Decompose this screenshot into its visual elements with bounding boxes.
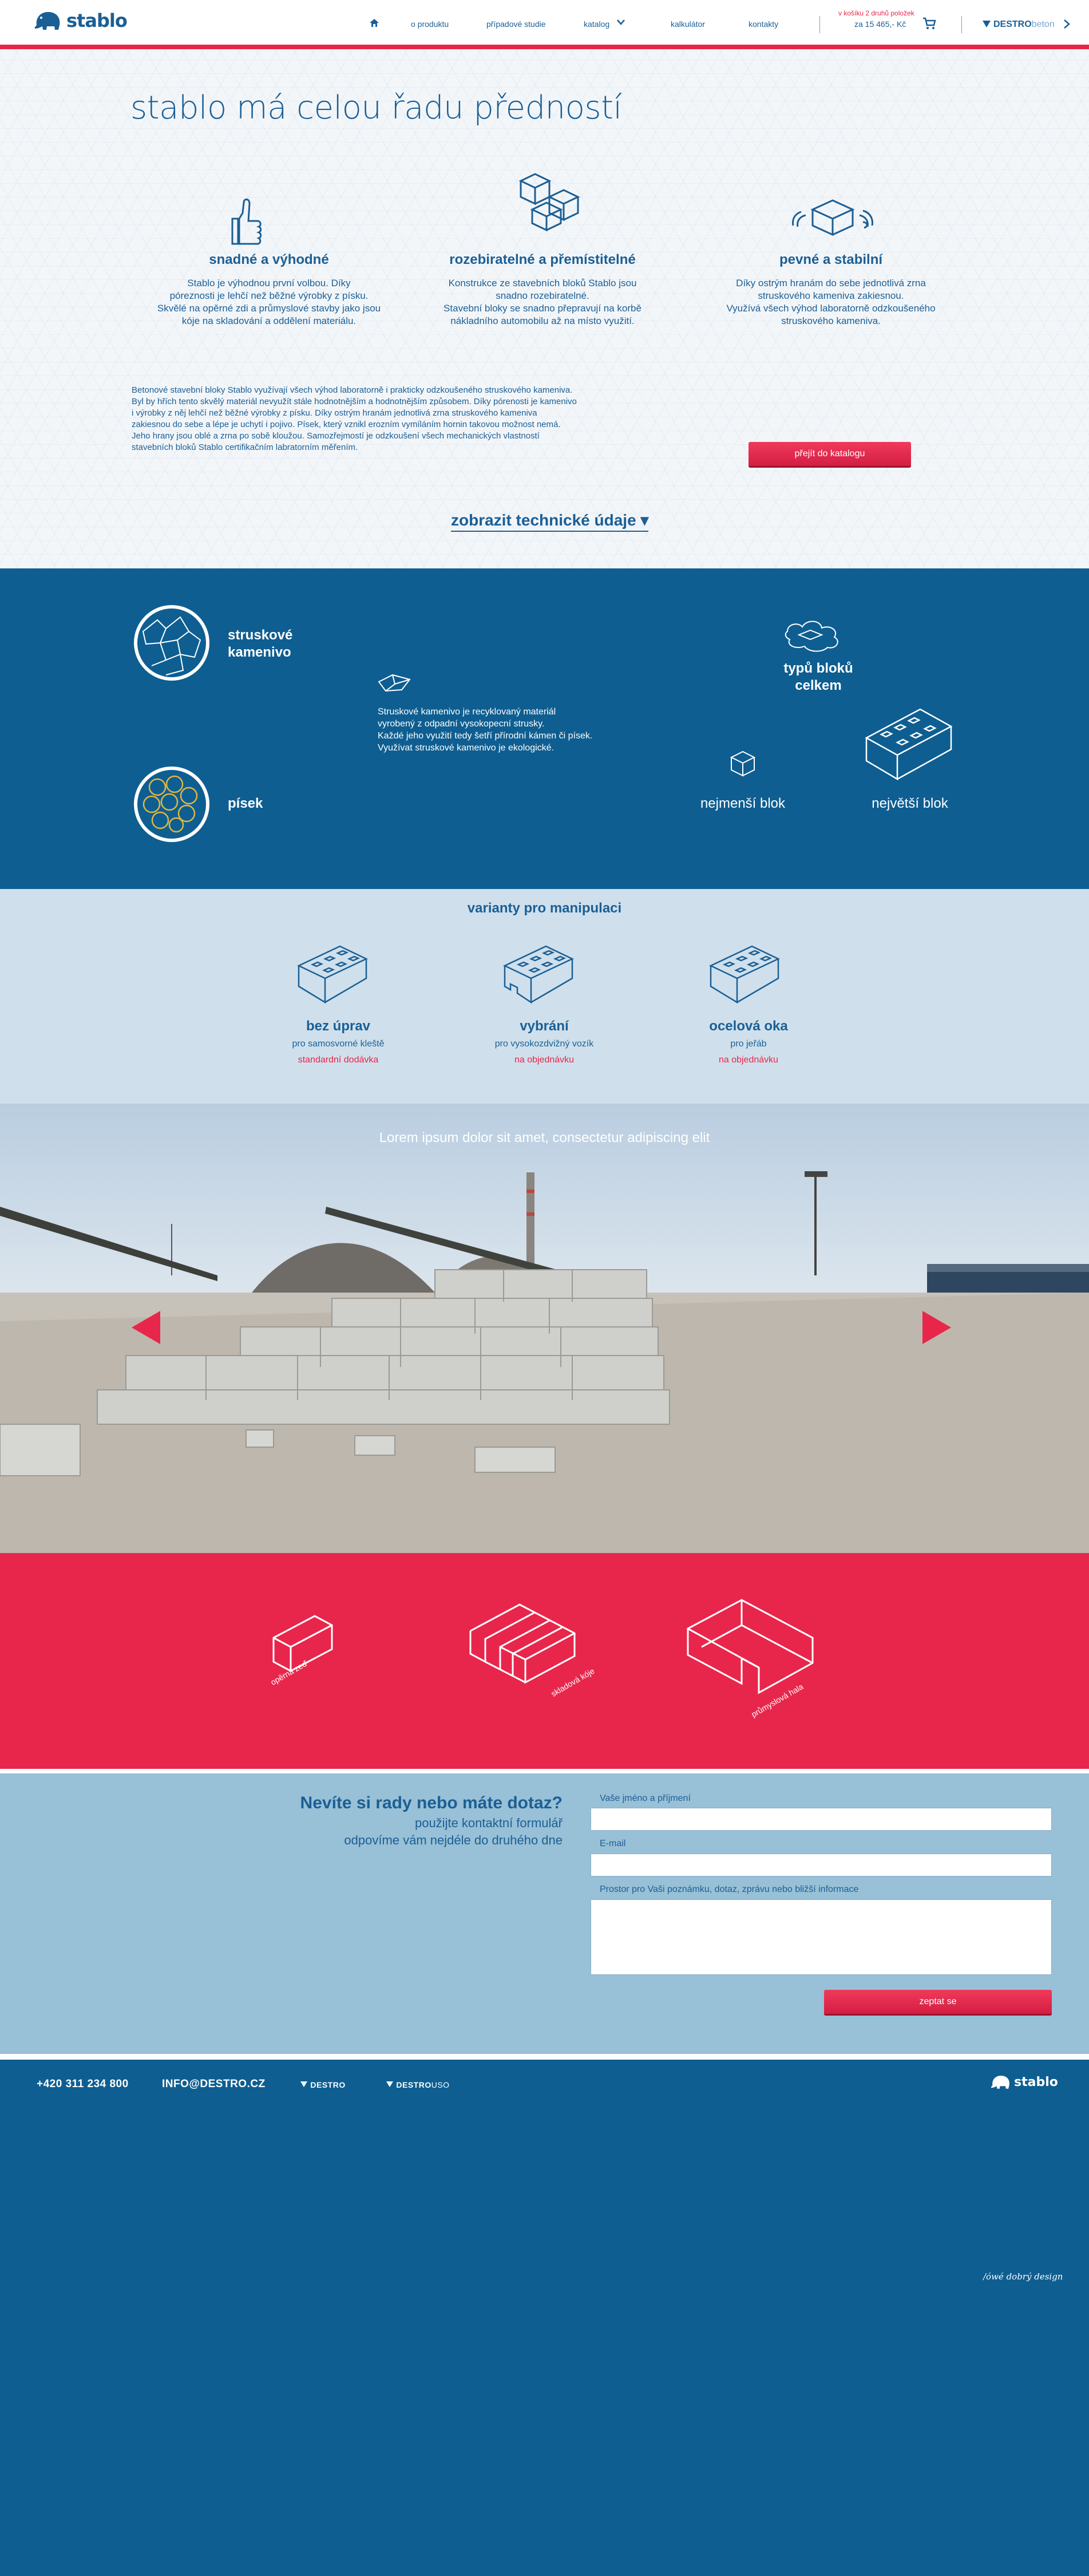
footer-email[interactable]: INFO@DESTRO.CZ [162, 2078, 266, 2091]
feature-text: Konstrukce ze stavebních bloků Stablo js… [443, 278, 641, 326]
email-label: E-mail [600, 1839, 626, 1848]
chevron-down-icon[interactable] [617, 19, 625, 25]
slag-description: Struskové kamenivo je recyklovaný materi… [378, 707, 593, 753]
arrow-left-icon[interactable] [130, 1310, 161, 1345]
contact-subtitle: použijte kontaktní formulář odpovíme vám… [344, 1816, 563, 1847]
site-footer: +420 311 234 800 INFO@DESTRO.CZ DESTRO D… [0, 2060, 1089, 2576]
small-block-icon [730, 750, 756, 777]
block-recess-icon [503, 945, 574, 1004]
footer-stablo-logo[interactable]: stablo [990, 2073, 1058, 2091]
destro-logo-icon [386, 2081, 393, 2087]
recycle-stone-icon [378, 674, 411, 692]
variant-name: bez úprav [306, 1018, 371, 1034]
feature-text: Stablo je výhodnou první volbou. Díky pó… [157, 278, 381, 326]
variant-availability: na objednávku [514, 1055, 575, 1065]
footer-divider [0, 2054, 1089, 2060]
cart-icon[interactable] [922, 17, 936, 30]
elephant-icon [34, 11, 60, 30]
submit-button[interactable]: zeptat se [824, 1990, 1052, 2014]
name-label: Vaše jméno a příjmení [600, 1793, 691, 1803]
materials-section: struskové kamenivo písek Struskové kamen… [0, 568, 1089, 889]
variants-title: varianty pro manipulaci [467, 900, 622, 916]
slag-aggregate-label: struskové kamenivo [228, 627, 293, 660]
destro-logo-icon [300, 2081, 307, 2087]
arrow-right-icon[interactable] [921, 1310, 952, 1345]
variant-name: vybrání [520, 1018, 569, 1034]
name-field[interactable] [591, 1808, 1052, 1831]
advantages-section: stablo má celou řadu předností snadné a … [0, 49, 1089, 568]
largest-block-label: největší blok [872, 796, 948, 811]
divider [961, 16, 962, 33]
photo-gallery: Lorem ipsum dolor sit amet, consectetur … [0, 1104, 1089, 1553]
cart-price[interactable]: za 15 465,- Kč [854, 19, 906, 29]
variant-description: pro jeřáb [730, 1039, 767, 1049]
nav-pripadove-studie[interactable]: případové studie [486, 19, 546, 29]
about-paragraph: Betonové stavební bloky Stablo využívají… [132, 385, 577, 452]
gallery-caption: Lorem ipsum dolor sit amet, consectetur … [379, 1130, 710, 1145]
sand-icon [134, 767, 209, 842]
smallest-block-label: nejmenší blok [700, 796, 786, 811]
header-accent-bar [0, 45, 1089, 49]
feature-title: pevné a stabilní [779, 252, 883, 267]
destro-uso-link[interactable]: DESTROUSO [386, 2080, 450, 2089]
cart-note: v košíku 2 druhů položek [838, 9, 914, 17]
contact-title: Nevíte si rady nebo máte dotaz? [300, 1793, 563, 1812]
footer-phone[interactable]: +420 311 234 800 [37, 2078, 129, 2091]
design-credits[interactable]: /ówé dobrý design [983, 2271, 1063, 2282]
block-steel-loops-icon [709, 945, 780, 1004]
variant-availability: na objednávku [718, 1055, 779, 1065]
block-plain-icon [297, 945, 368, 1004]
contact-section: Nevíte si rady nebo máte dotaz? použijte… [0, 1773, 1089, 2054]
destro-link[interactable]: DESTRO [300, 2080, 346, 2089]
solid-block-icon [792, 199, 873, 236]
section-divider [0, 1769, 1089, 1773]
chevron-right-icon[interactable] [1063, 19, 1070, 29]
stablo-logo[interactable]: stablo [33, 9, 128, 32]
variant-description: pro vysokozdvižný vozík [494, 1039, 594, 1049]
catalog-button[interactable]: přejít do katalogu [749, 442, 911, 466]
large-block-icon [865, 708, 953, 781]
page-title: stablo má celou řadu předností [130, 89, 622, 127]
destro-logo-icon [983, 21, 991, 27]
variant-availability: standardní dodávka [298, 1055, 379, 1065]
feature-title: rozebiratelné a přemístitelné [449, 252, 636, 267]
cubes-icon [518, 173, 580, 232]
nav-kalkulator[interactable]: kalkulátor [671, 19, 705, 29]
message-label: Prostor pro Vaši poznámku, dotaz, zprávu… [600, 1884, 859, 1894]
tech-specs-link[interactable]: zobrazit technické údaje ▾ [451, 511, 649, 532]
home-icon[interactable] [369, 18, 379, 27]
feature-text: Díky ostrým hranám do sebe jednotlivá zr… [726, 278, 936, 326]
uses-section: opěrná zeď skladová kóje průmyslová hala [0, 1553, 1089, 1769]
nav-katalog[interactable]: katalog [584, 19, 609, 29]
email-field[interactable] [591, 1854, 1052, 1876]
site-header: stablo o produktu případové studie katal… [0, 0, 1089, 46]
nav-o-produktu[interactable]: o produktu [411, 19, 449, 29]
block-types-label: typů bloků celkem [783, 661, 853, 693]
nav-kontakty[interactable]: kontakty [749, 19, 778, 29]
handling-variants-section: varianty pro manipulaci bez úprav pro sa… [0, 889, 1089, 1104]
thumbs-up-icon [231, 198, 262, 245]
elephant-icon [991, 2075, 1009, 2089]
destro-beton-brand[interactable]: DESTRObeton [993, 19, 1055, 30]
variant-name: ocelová oka [709, 1018, 788, 1034]
sand-label: písek [228, 796, 263, 811]
feature-title: snadné a výhodné [209, 252, 329, 267]
divider [819, 16, 820, 33]
slag-aggregate-icon [134, 605, 209, 681]
block-types-icon [785, 621, 838, 652]
storage-bay-icon [469, 1603, 576, 1684]
variant-description: pro samosvorné kleště [292, 1039, 385, 1049]
logo-text: stablo [66, 10, 128, 31]
message-field[interactable] [591, 1899, 1052, 1975]
